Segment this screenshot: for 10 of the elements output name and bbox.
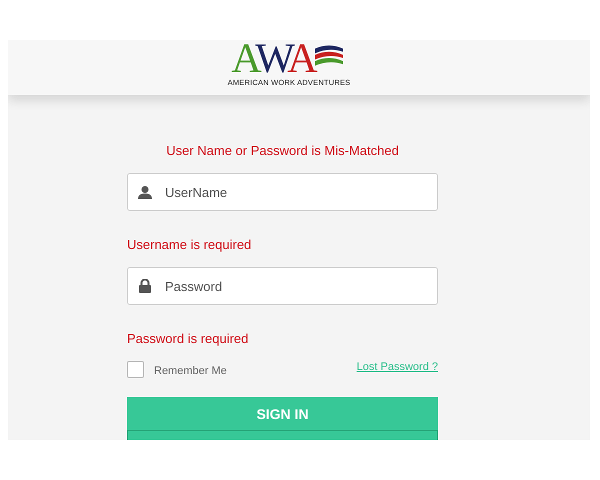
checkbox[interactable] (127, 361, 144, 378)
error-message: Password is required (127, 331, 250, 348)
error-message: User Name or Password is Mis-Matched (165, 143, 400, 160)
checkbox-label: Remember Me (154, 364, 227, 376)
lost-password-link[interactable]: Lost Password ? (356, 360, 438, 372)
username-field[interactable]: UserName (127, 173, 438, 211)
password-field[interactable]: Password (127, 267, 438, 305)
error-message: Username is required (127, 237, 252, 254)
sign-in-button[interactable]: SIGN IN (127, 397, 438, 430)
logo-text: AWA (231, 40, 315, 78)
